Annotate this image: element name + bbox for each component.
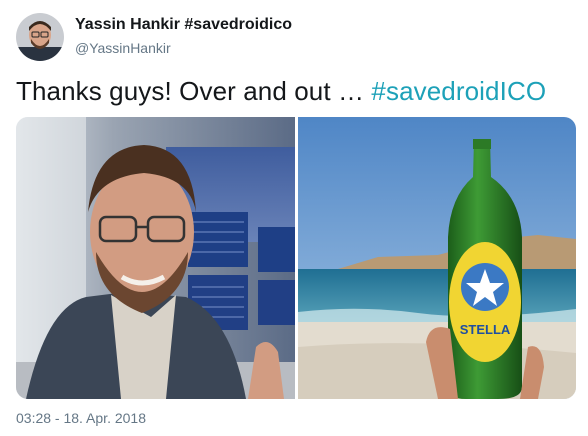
- photo-beer-beach[interactable]: STELLA: [298, 117, 576, 399]
- author-avatar[interactable]: [16, 13, 64, 61]
- hashtag-link[interactable]: #savedroidICO: [371, 76, 546, 106]
- tweet-card: Yassin Hankir #savedroidico @YassinHanki…: [0, 0, 588, 436]
- photo-selfie-airport[interactable]: [16, 117, 295, 399]
- selfie-photo: [16, 117, 295, 399]
- tweet-timestamp[interactable]: 03:28 - 18. Apr. 2018: [16, 410, 146, 426]
- tweet-text: Thanks guys! Over and out … #savedroidIC…: [16, 76, 546, 107]
- author-handle[interactable]: @YassinHankir: [75, 40, 171, 56]
- avatar-image: [16, 13, 64, 61]
- author-name[interactable]: Yassin Hankir #savedroidico: [75, 16, 292, 34]
- beer-photo: STELLA: [298, 117, 576, 399]
- tweet-media: STELLA: [16, 117, 576, 399]
- tweet-text-body: Thanks guys! Over and out …: [16, 76, 372, 106]
- bottle-label-text: STELLA: [460, 322, 511, 337]
